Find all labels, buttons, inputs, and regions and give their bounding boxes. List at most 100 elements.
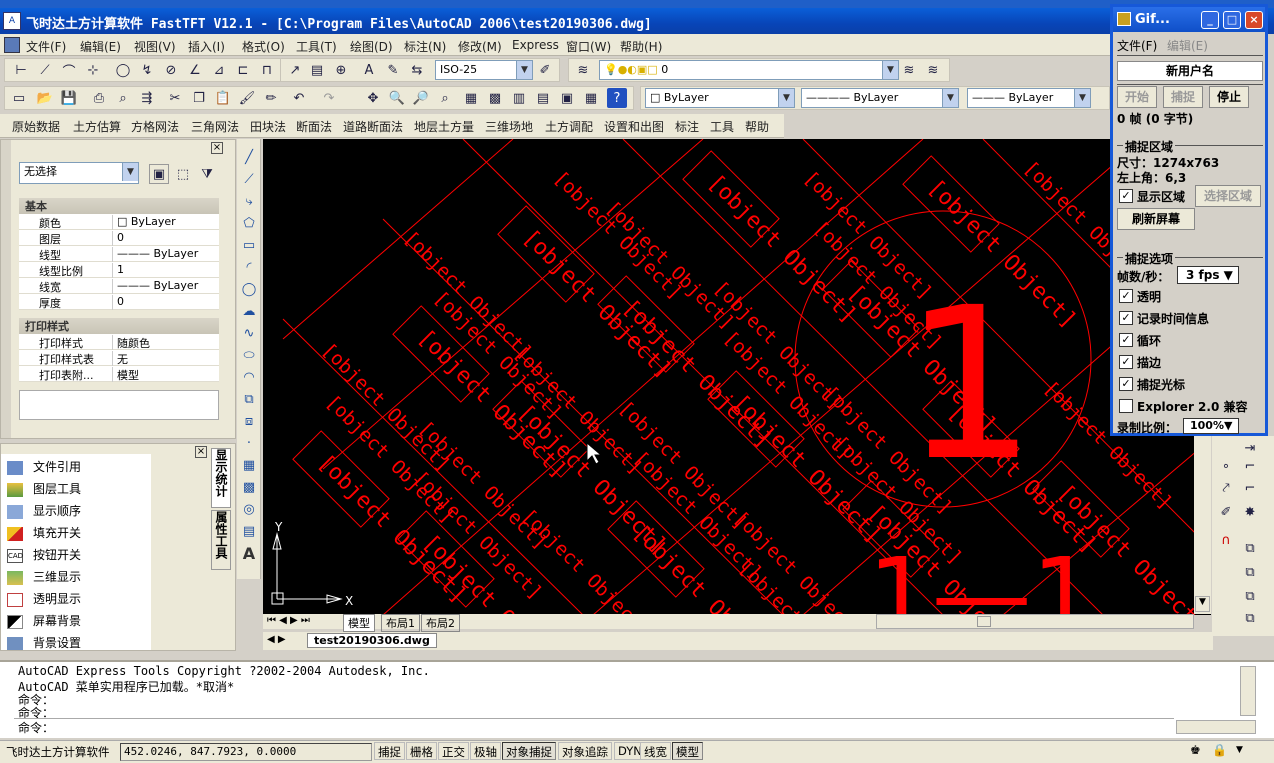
tft-menu-help[interactable]: 帮助 <box>745 118 769 135</box>
menu-format[interactable]: 格式(O) <box>242 38 285 55</box>
design-center-icon[interactable]: ▩ <box>485 88 505 108</box>
menu-draw[interactable]: 绘图(D) <box>350 38 393 55</box>
angular-dim-icon[interactable]: ∠ <box>185 60 205 80</box>
menu-modify[interactable]: 修改(M) <box>458 38 502 55</box>
redo-icon[interactable]: ↷ <box>319 88 339 108</box>
doc-tab[interactable]: test20190306.dwg <box>307 633 437 648</box>
toggle-model[interactable]: 模型 <box>672 742 703 760</box>
layer-delete-icon[interactable]: ⧉ <box>1240 608 1260 628</box>
quick-select-icon[interactable]: ⧩ <box>197 164 217 184</box>
horizontal-scrollbar[interactable] <box>876 614 1194 629</box>
menu-help[interactable]: 帮助(H) <box>620 38 662 55</box>
close-icon[interactable]: × <box>1245 11 1263 29</box>
tab-nav-icon[interactable]: ⏮ ◀ ▶ ⏭ <box>267 615 310 626</box>
command-hscrollbar[interactable] <box>1176 720 1256 734</box>
break-icon[interactable]: ⤤ <box>1216 478 1236 498</box>
toggle-snap[interactable]: 捕捉 <box>374 742 405 760</box>
leader-icon[interactable]: ↗ <box>285 60 305 80</box>
toggle-pickadd-icon[interactable]: ▣ <box>149 164 169 184</box>
lock-icon[interactable]: 🔒 <box>1212 743 1227 757</box>
gif-show-area-checkbox[interactable]: ✓ <box>1119 189 1133 203</box>
open-file-icon[interactable]: 📂 <box>35 88 55 108</box>
gif-option-checkbox[interactable] <box>1119 399 1133 413</box>
prop-row[interactable]: 图层 0 <box>19 230 219 246</box>
gif-option-checkbox[interactable]: ✓ <box>1119 289 1133 303</box>
color-select[interactable]: □ ByLayer ▼ <box>645 88 795 108</box>
tft-menu-allocation[interactable]: 土方调配 <box>545 118 593 135</box>
drawing-canvas[interactable]: [object Object] [object Object] [object … <box>263 139 1211 615</box>
zoom-window-icon[interactable]: 🔎 <box>411 88 431 108</box>
aligned-dim-icon[interactable]: ⟋ <box>35 60 55 80</box>
block-editor-icon[interactable]: ✏ <box>261 88 281 108</box>
revcloud-icon[interactable]: ☁ <box>239 301 259 321</box>
join-icon[interactable]: ⌐ <box>1240 478 1260 498</box>
command-input[interactable]: 命令： <box>14 718 1174 735</box>
gif-refresh-button[interactable]: 刷新屏幕 <box>1117 208 1195 230</box>
prop-row[interactable]: 厚度 0 <box>19 294 219 310</box>
toggle-otrack[interactable]: 对象追踪 <box>558 742 612 760</box>
menu-window[interactable]: 窗口(W) <box>566 38 611 55</box>
doc-nav-icon[interactable]: ◀ ▶ <box>267 634 286 645</box>
prop-row[interactable]: 颜色 □ ByLayer <box>19 214 219 230</box>
tft-menu-grid[interactable]: 方格网法 <box>131 118 179 135</box>
prop-row[interactable]: 线型比例 1 <box>19 262 219 278</box>
tft-menu-stratum[interactable]: 地层土方量 <box>414 118 474 135</box>
layer-copy-icon[interactable]: ⧉ <box>1240 538 1260 558</box>
zoom-realtime-icon[interactable]: 🔍 <box>387 88 407 108</box>
tool-item-xref[interactable]: 文件引用 <box>7 458 81 478</box>
menu-edit[interactable]: 编辑(E) <box>80 38 121 55</box>
selection-select[interactable]: 无选择 ▼ <box>19 162 139 184</box>
vertical-scrollbar[interactable]: ▼ <box>1194 436 1211 614</box>
zoom-previous-icon[interactable]: ⌕ <box>435 88 455 108</box>
chamfer-icon[interactable]: ∘ <box>1216 456 1236 476</box>
copy-icon[interactable]: ❐ <box>189 88 209 108</box>
prop-row[interactable]: 打印表附... 模型 <box>19 366 219 382</box>
linear-dim-icon[interactable]: ⊢ <box>11 60 31 80</box>
match-properties-icon[interactable]: 🖌 <box>237 88 257 108</box>
gif-option-checkbox[interactable]: ✓ <box>1119 377 1133 391</box>
tft-menu-settings[interactable]: 设置和出图 <box>604 118 664 135</box>
layer-merge-icon[interactable]: ⧉ <box>1240 586 1260 606</box>
print-preview-icon[interactable]: ⌕ <box>113 88 133 108</box>
gif-scale-select[interactable]: 100%▼ <box>1183 418 1239 434</box>
markup-icon[interactable]: ▣ <box>557 88 577 108</box>
quick-dim-icon[interactable]: ⊿ <box>209 60 229 80</box>
prop-row[interactable]: 打印样式 随颜色 <box>19 334 219 350</box>
maximize-icon[interactable]: □ <box>1223 11 1241 29</box>
comm-center-icon[interactable]: ♚ <box>1190 743 1201 757</box>
help-icon[interactable]: ? <box>607 88 627 108</box>
hatch-icon[interactable]: ▦ <box>239 455 259 475</box>
line-icon[interactable]: ╱ <box>239 147 259 167</box>
tft-menu-raw-data[interactable]: 原始数据 <box>12 118 60 135</box>
select-objects-icon[interactable]: ⬚ <box>173 164 193 184</box>
prop-row[interactable]: 打印样式表 无 <box>19 350 219 366</box>
layer-walk-icon[interactable]: ⧉ <box>1240 562 1260 582</box>
fillet-icon[interactable]: ⌐ <box>1240 456 1260 476</box>
tft-menu-annotate[interactable]: 标注 <box>675 118 699 135</box>
ellipse-icon[interactable]: ⬭ <box>239 345 259 365</box>
tool-item-layer-tools[interactable]: 图层工具 <box>7 480 81 500</box>
menu-dimension[interactable]: 标注(N) <box>404 38 446 55</box>
tool-item-3d-view[interactable]: 三维显示 <box>7 568 81 588</box>
cut-icon[interactable]: ✂ <box>165 88 185 108</box>
tab-model[interactable]: 模型 <box>343 614 375 632</box>
minimize-icon[interactable]: _ <box>1201 11 1219 29</box>
doc-icon[interactable] <box>4 37 20 53</box>
properties-icon[interactable]: ▦ <box>461 88 481 108</box>
dim-edit-icon[interactable]: A <box>359 60 379 80</box>
tool-item-button-toggle[interactable]: CAD 按钮开关 <box>7 546 81 566</box>
command-window[interactable]: AutoCAD Express Tools Copyright ?2002-20… <box>0 660 1274 738</box>
tool-item-screen-bg[interactable]: 屏幕背景 <box>7 612 81 632</box>
tab-display-stats[interactable]: 显示统计 <box>211 448 231 508</box>
diameter-dim-icon[interactable]: ⊘ <box>161 60 181 80</box>
tft-menu-tin[interactable]: 三角网法 <box>191 118 239 135</box>
paste-icon[interactable]: 📋 <box>213 88 233 108</box>
menu-express[interactable]: Express <box>512 38 559 52</box>
gif-menu-file[interactable]: 文件(F) <box>1117 37 1157 54</box>
tab-layout1[interactable]: 布局1 <box>381 614 420 632</box>
arc-length-icon[interactable]: ⌒ <box>59 60 79 80</box>
table-icon[interactable]: ▤ <box>239 521 259 541</box>
tool-item-transparency[interactable]: 透明显示 <box>7 590 81 610</box>
polygon-icon[interactable]: ⬠ <box>239 213 259 233</box>
make-current-layer-icon[interactable]: ≋ <box>899 60 919 80</box>
